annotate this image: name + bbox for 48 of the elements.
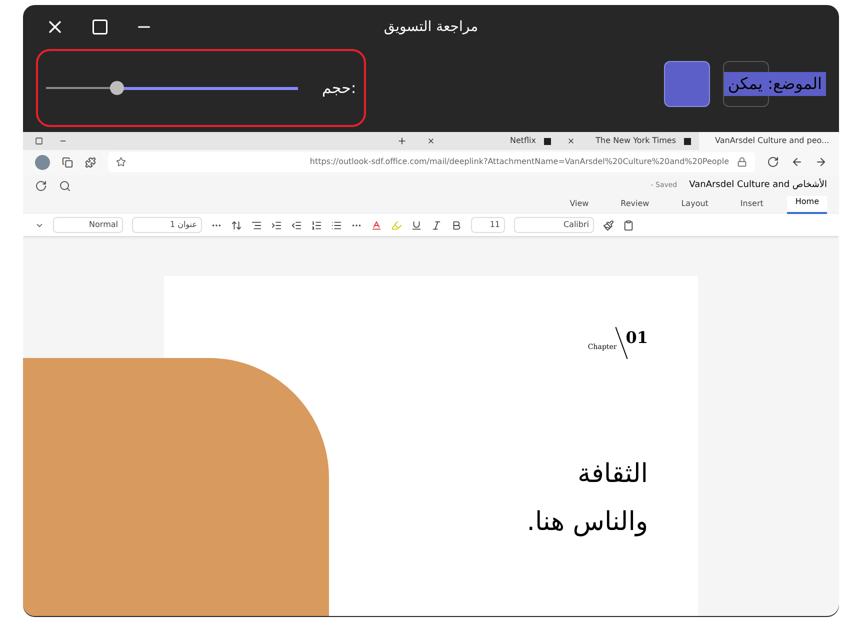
ribbon-tab[interactable]: Insert <box>732 198 772 214</box>
refresh-icon[interactable] <box>767 156 779 168</box>
style-field[interactable]: عنوان 1 <box>132 217 202 234</box>
browser-tab[interactable]: VanArsdel Culture and peo... <box>699 132 839 150</box>
chapter-number: 01 <box>626 327 648 349</box>
ribbon-tab[interactable]: Layout <box>673 198 716 214</box>
font-size-field[interactable]: 11 <box>471 217 505 234</box>
site-icon <box>684 138 691 144</box>
document-title: VanArsdel Culture and الأشخاص <box>689 178 827 192</box>
format-painter-icon[interactable] <box>603 220 614 231</box>
indent-icon[interactable] <box>271 220 282 231</box>
collections-icon[interactable] <box>62 156 73 168</box>
ribbon-tab[interactable]: Home <box>787 196 827 214</box>
lock-icon <box>737 157 747 168</box>
ribbon-tab[interactable]: View <box>562 198 597 214</box>
italic-icon[interactable] <box>431 220 442 231</box>
extensions-icon[interactable] <box>85 156 96 168</box>
mode-toggle[interactable]: الموضع: يمكن <box>664 61 826 107</box>
site-icon <box>544 138 551 144</box>
browser-tab[interactable]: Netflix <box>419 132 559 150</box>
window-title: مراجعة التسويق <box>384 18 478 36</box>
close-tab-icon[interactable] <box>567 137 575 145</box>
volume-label: حجم: <box>322 78 356 99</box>
address-bar[interactable]: https://outlook-sdf.office.com/mail/deeplink?AttachmentName=VanArsdel%20Culture%20and%20People <box>108 152 755 172</box>
forward-icon[interactable] <box>815 156 827 168</box>
heading-line: والناس هنا. <box>526 506 648 539</box>
align-icon[interactable] <box>251 220 262 231</box>
avatar[interactable] <box>35 154 50 170</box>
line-spacing-icon[interactable] <box>231 220 242 231</box>
underline-icon[interactable] <box>411 220 422 231</box>
browser-tab[interactable]: The New York Times <box>559 132 699 150</box>
bold-icon[interactable] <box>451 220 462 231</box>
back-icon[interactable] <box>791 156 803 168</box>
close-tab-icon[interactable] <box>427 137 435 145</box>
clipboard-icon[interactable] <box>623 220 634 231</box>
new-tab-icon[interactable] <box>397 136 407 146</box>
numbered-list-icon[interactable] <box>311 220 322 231</box>
font-field[interactable]: Calibri <box>514 217 594 234</box>
favorite-icon[interactable] <box>116 157 126 168</box>
volume-slider[interactable] <box>46 81 298 95</box>
history-icon[interactable] <box>35 180 47 192</box>
ribbon-tab[interactable]: Review <box>612 198 658 214</box>
style-field[interactable]: Normal <box>53 217 123 234</box>
search-icon[interactable] <box>59 180 71 192</box>
bullet-list-icon[interactable] <box>331 220 342 231</box>
heading-line: الثقافة <box>578 458 648 491</box>
outdent-icon[interactable] <box>291 220 302 231</box>
font-color-icon[interactable] <box>371 220 382 231</box>
